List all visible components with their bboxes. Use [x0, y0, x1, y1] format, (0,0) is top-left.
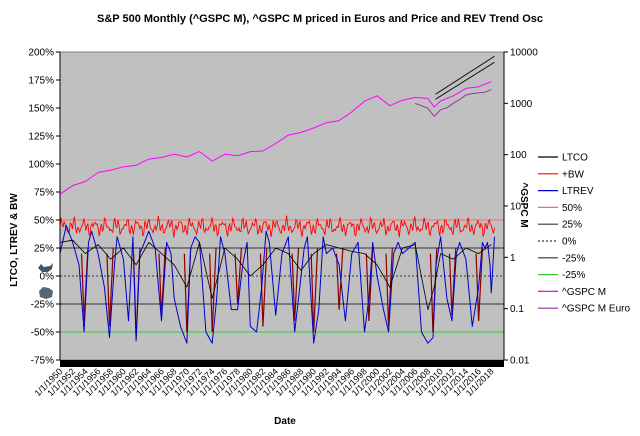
left-tick-label-2: -25% [31, 300, 54, 311]
right-tick-label-1: 0.1 [510, 304, 524, 315]
left-tick-label-0: -75% [31, 356, 54, 367]
left-tick-label-4: 25% [34, 244, 54, 255]
right-tick-label-0: 0.01 [510, 356, 530, 367]
left-tick-label-1: -50% [31, 328, 54, 339]
left-tick-label-10: 175% [28, 76, 54, 87]
left-axis-title: LTCO, LTREV & BW [9, 193, 20, 287]
right-tick-label-2: 1 [510, 253, 516, 264]
legend: LTCO +BW LTREV 50% 25% 0% -25% -25% ^GSPC M ^GSPC… [538, 153, 630, 315]
legend-label-2: LTREV [562, 186, 594, 197]
right-tick-label-5: 1000 [510, 99, 533, 110]
left-tick-label-7: 100% [28, 160, 54, 171]
x-axis-title: Date [274, 416, 296, 427]
right-tick-label-6: 10000 [510, 48, 538, 59]
left-tick-label-9: 150% [28, 104, 54, 115]
left-tick-label-8: 125% [28, 132, 54, 143]
legend-label-7: -25% [562, 270, 585, 281]
legend-label-0: LTCO [562, 153, 588, 164]
legend-label-6: -25% [562, 253, 585, 264]
right-axis-title: ^GSPC M [518, 182, 529, 227]
chart-title: S&P 500 Monthly (^GSPC M), ^GSPC M price… [97, 13, 543, 25]
left-axis: -75% -50% -25% 0% 25% 50% 75% 100% 125% 150% 175% 2… [28, 48, 61, 367]
legend-label-4: 25% [562, 220, 582, 231]
legend-label-3: 50% [562, 203, 582, 214]
left-tick-label-3: 0% [40, 272, 55, 283]
right-tick-label-4: 100 [510, 150, 527, 161]
legend-label-8: ^GSPC M [562, 287, 606, 298]
bear-icon [39, 287, 53, 299]
left-tick-label-5: 50% [34, 216, 54, 227]
legend-label-5: 0% [562, 237, 577, 248]
x-axis: 1/1/19501/1/19521/1/19541/1/19561/1/1958… [33, 366, 496, 398]
left-tick-label-6: 75% [34, 188, 54, 199]
legend-label-1: +BW [562, 169, 585, 180]
left-tick-label-11: 200% [28, 48, 54, 59]
chart-root: S&P 500 Monthly (^GSPC M), ^GSPC M price… [9, 13, 630, 427]
legend-label-9: ^GSPC M Euro [562, 304, 630, 315]
